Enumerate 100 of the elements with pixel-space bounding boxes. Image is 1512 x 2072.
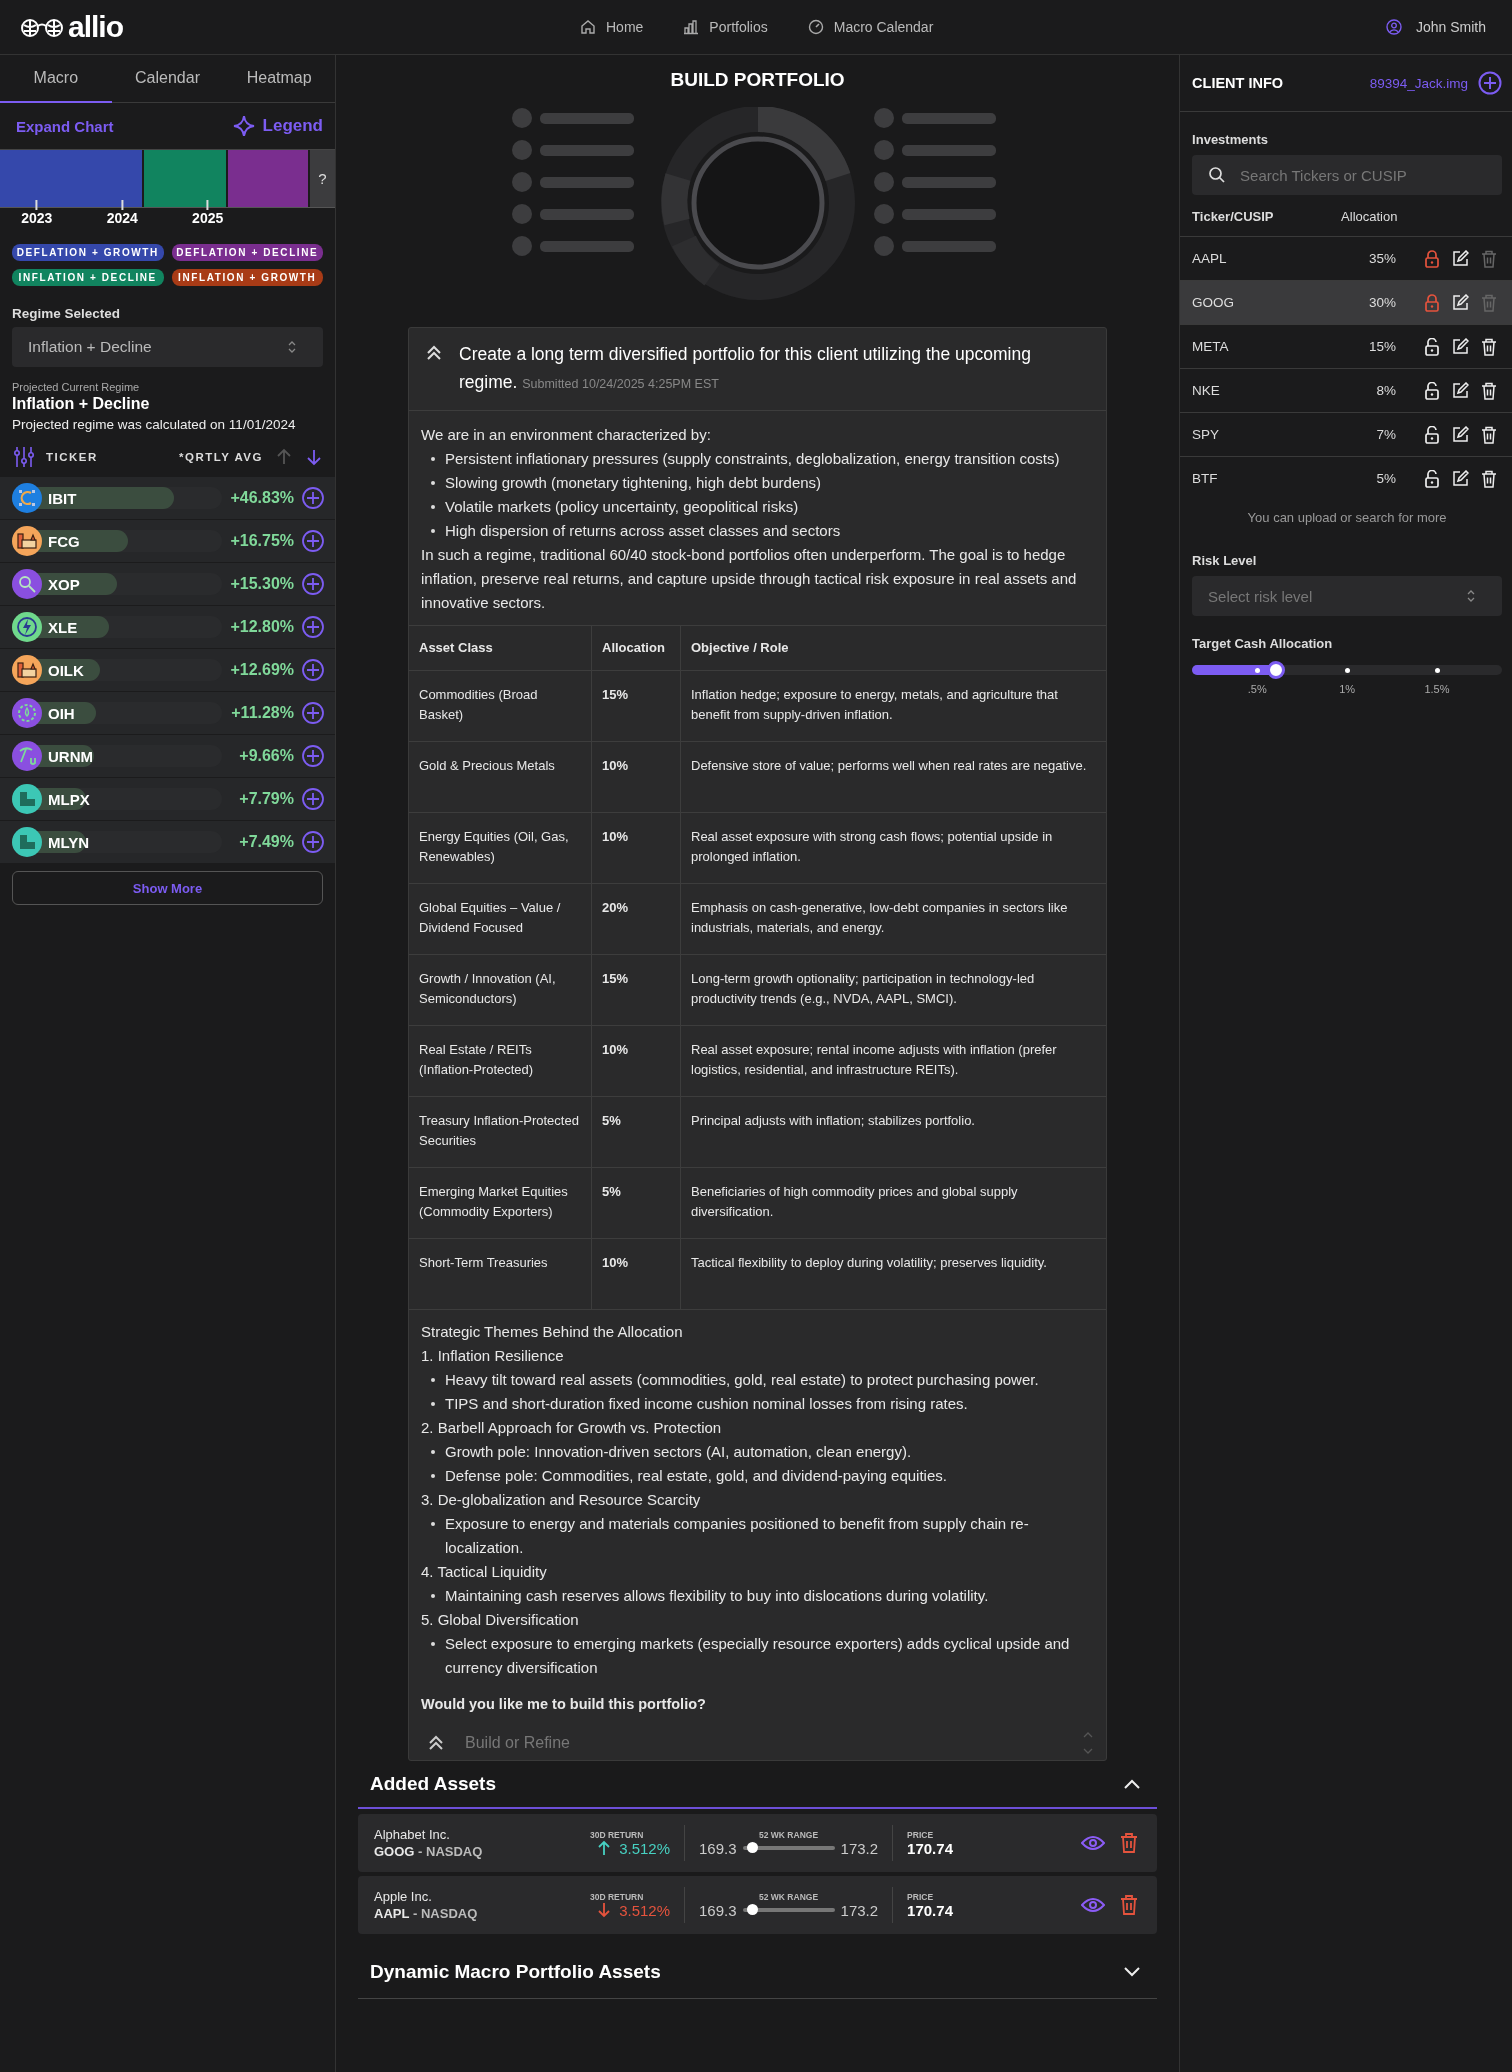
paragraph-text: In such a regime, traditional 60/40 stock-bond portfolios often underperform. The goal is to hedge inflation, preserve real returns, and capture upside through tactical risk exposure in real assets and innovative sectors.	[421, 545, 1078, 613]
chevron-up-icon[interactable]	[1123, 1778, 1142, 1790]
ticker-symbol: URNM	[48, 747, 93, 765]
regime-selected-label: Regime Selected	[11, 305, 122, 323]
ticker-column-header: TICKER	[46, 451, 98, 463]
nav-link[interactable]: Macro Calendar	[807, 19, 934, 35]
theme-heading: 2. Barbell Approach for Growth vs. Protection	[421, 1418, 723, 1438]
arrow-up-icon	[597, 1840, 612, 1856]
year-label: 2025	[192, 210, 224, 226]
regime-select[interactable]: Inflation + Decline	[12, 327, 323, 367]
table-cell: Growth / Innovation (AI, Semiconductors)	[409, 954, 592, 1026]
chevron-down-icon[interactable]	[1123, 1966, 1142, 1978]
ticker-symbol: MLPX	[48, 790, 90, 808]
edit-icon[interactable]	[1452, 294, 1470, 311]
range-label: 52 WK RANGE	[759, 1829, 819, 1840]
holding-row[interactable]: SPY 7%	[1180, 412, 1512, 456]
edit-icon[interactable]	[1452, 250, 1470, 267]
updown-icon	[287, 340, 297, 354]
table-cell: Beneficiaries of high commodity prices and global supply diversification.	[680, 1167, 1107, 1239]
average-column-header: *QRTLY AVG	[178, 451, 263, 463]
question-text: Would you like me to build this portfolio?	[421, 1695, 707, 1714]
file-link[interactable]: 89394_Jack.img	[1369, 75, 1469, 91]
bullet-icon	[431, 1594, 435, 1598]
show-more-button[interactable]: Show More	[12, 871, 323, 905]
edit-icon[interactable]	[1452, 382, 1470, 399]
ticker-change: +12.69%	[230, 661, 294, 679]
add-icon[interactable]	[302, 487, 324, 509]
projected-regime-value: Inflation + Decline	[11, 395, 151, 414]
bullet-text: Slowing growth (monetary tightening, high debt burdens)	[445, 473, 822, 493]
table-cell: 15%	[591, 954, 681, 1026]
price-label: PRICE	[907, 1829, 935, 1840]
holding-row[interactable]: BTF 5%	[1180, 456, 1512, 500]
unlocked-icon[interactable]	[1424, 469, 1441, 488]
holding-row[interactable]: META 15%	[1180, 324, 1512, 368]
holding-row[interactable]: GOOG 30%	[1180, 280, 1512, 324]
table-cell: Commodities (Broad Basket)	[409, 670, 592, 742]
table-cell: Emphasis on cash-generative, low-debt companies in sectors like industrials, materials, and energy.	[680, 883, 1107, 955]
bullet-text: Persistent inflationary pressures (supply constraints, deglobalization, energy transition costs)	[445, 449, 1060, 469]
bullet-icon	[431, 1522, 435, 1526]
sidebar-tab[interactable]: Calendar	[111, 55, 224, 103]
unlocked-icon[interactable]	[1424, 425, 1441, 444]
slider-tick	[1435, 668, 1440, 673]
table-cell: Inflation hedge; exposure to energy, metals, and agriculture that benefit from supply-driven inflation.	[680, 670, 1107, 742]
eye-icon[interactable]	[1081, 1896, 1106, 1914]
nav-link[interactable]: Portfolios	[683, 19, 768, 35]
legend-link[interactable]: Legend	[232, 115, 323, 137]
bullet-icon	[431, 1378, 435, 1382]
bar-chart-icon	[683, 19, 700, 35]
nav-link[interactable]: Home	[580, 19, 644, 35]
eye-icon[interactable]	[1081, 1834, 1106, 1852]
expand-chart-link[interactable]: Expand Chart	[16, 117, 114, 135]
gauge-icon	[807, 19, 824, 35]
edit-icon[interactable]	[1452, 470, 1470, 487]
edit-icon[interactable]	[1452, 338, 1470, 355]
theme-heading: 3. De-globalization and Resource Scarcity	[421, 1490, 702, 1510]
return-label: 30D RETURN	[590, 1891, 645, 1902]
user-icon	[1385, 19, 1402, 35]
asset-ticker: AAPL	[374, 1906, 410, 1921]
company-name: Alphabet Inc.	[374, 1827, 451, 1842]
ticker-symbol: OIH	[48, 704, 75, 722]
updown-icon	[1466, 589, 1477, 603]
table-cell: Emerging Market Equities (Commodity Exporters)	[409, 1167, 592, 1239]
slider-tick-label: 1%	[1339, 683, 1356, 695]
slider-tick	[1345, 668, 1351, 673]
message-input[interactable]: Build or Refine	[463, 1733, 1065, 1753]
prompt-text: Create a long term diversified portfolio for this client utilizing the upcoming regime. Submitted 10/24/2025 4:25PM EST	[459, 343, 1032, 394]
double-chevron-icon[interactable]	[427, 1734, 445, 1752]
logo-text[interactable]: allio	[68, 10, 123, 44]
add-icon[interactable]	[302, 831, 324, 853]
sidebar-tab[interactable]: Macro	[0, 55, 112, 103]
sidebar-tab[interactable]: Heatmap	[223, 55, 335, 103]
sliders-icon[interactable]	[14, 446, 34, 468]
range-high: 173.2	[840, 1839, 879, 1857]
double-chevron-icon[interactable]	[425, 344, 443, 362]
year-tick	[35, 200, 38, 210]
ticker-symbol: FCG	[48, 532, 80, 550]
unlocked-icon[interactable]	[1424, 381, 1441, 400]
add-icon[interactable]	[302, 573, 324, 595]
sort-down-icon[interactable]	[305, 448, 323, 466]
add-icon[interactable]	[302, 702, 324, 724]
locked-icon[interactable]	[1424, 293, 1441, 312]
bullet-icon	[431, 1642, 435, 1646]
add-icon[interactable]	[1478, 71, 1503, 95]
slider-tick	[1255, 668, 1261, 673]
unlocked-icon[interactable]	[1424, 337, 1441, 356]
add-icon[interactable]	[302, 788, 324, 810]
holding-row[interactable]: NKE 8%	[1180, 368, 1512, 412]
locked-icon[interactable]	[1424, 249, 1441, 268]
search-field[interactable]: Search Tickers or CUSIP	[1192, 155, 1503, 195]
add-icon[interactable]	[302, 659, 324, 681]
table-cell: Global Equities – Value / Dividend Focused	[409, 883, 592, 955]
add-icon[interactable]	[302, 616, 324, 638]
bullet-icon	[431, 457, 435, 461]
add-icon[interactable]	[302, 745, 324, 767]
user-name[interactable]: John Smith	[1415, 19, 1486, 35]
slider-thumb[interactable]	[1266, 661, 1285, 679]
asset-ticker: GOOG	[374, 1844, 415, 1859]
edit-icon[interactable]	[1452, 426, 1470, 443]
table-cell: Principal adjusts with inflation; stabilizes portfolio.	[680, 1096, 1107, 1168]
add-icon[interactable]	[302, 530, 324, 552]
